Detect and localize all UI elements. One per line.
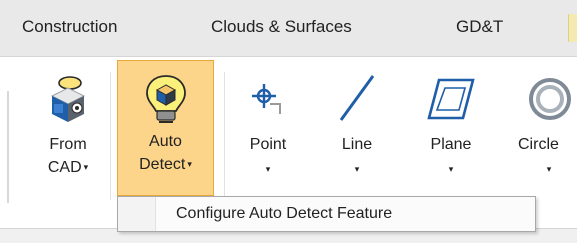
auto-detect-label-line1: Auto <box>149 133 182 150</box>
tab-gdt[interactable]: GD&T <box>456 15 503 39</box>
from-cad-label-line2: CAD ▾ <box>47 159 89 176</box>
point-label: Point <box>249 136 287 153</box>
auto-detect-button[interactable]: Auto Detect ▾ <box>117 60 214 196</box>
chevron-down-icon: ▾ <box>354 164 360 174</box>
tab-overflow-indicator <box>568 14 577 42</box>
line-button[interactable]: Line ▾ <box>325 62 389 202</box>
chevron-down-icon: ▾ <box>83 162 89 172</box>
plane-button[interactable]: Plane ▾ <box>415 62 487 202</box>
chevron-down-icon: ▾ <box>546 164 552 174</box>
chevron-down-icon: ▾ <box>187 159 192 169</box>
menu-icon-gutter <box>118 197 156 231</box>
ribbon-left-divider <box>7 91 9 203</box>
tab-construction[interactable]: Construction <box>22 15 117 39</box>
ribbon-separator <box>110 72 111 200</box>
point-crosshair-icon <box>248 80 288 127</box>
line-icon <box>335 72 379 131</box>
point-button[interactable]: Point ▾ <box>232 62 304 202</box>
auto-detect-label-line2: Detect ▾ <box>139 156 192 173</box>
plane-label: Plane <box>430 136 472 153</box>
from-cad-button[interactable]: From CAD ▾ <box>32 62 104 202</box>
line-label: Line <box>341 136 373 153</box>
circle-label: Circle <box>518 136 559 153</box>
tab-clouds-surfaces[interactable]: Clouds & Surfaces <box>211 15 352 39</box>
from-cad-label-line1: From <box>49 136 87 153</box>
cad-cube-icon <box>44 74 92 133</box>
lightbulb-cube-icon <box>142 73 190 134</box>
ribbon-tab-bar: Construction Clouds & Surfaces GD&T <box>0 0 577 57</box>
ribbon-separator <box>224 72 225 200</box>
auto-detect-dropdown-menu: Configure Auto Detect Feature <box>117 196 536 232</box>
chevron-down-icon: ▾ <box>265 164 271 174</box>
menu-item-configure-auto-detect[interactable]: Configure Auto Detect Feature <box>176 203 392 225</box>
circle-icon <box>527 76 573 129</box>
circle-button[interactable]: Circle ▾ <box>504 62 577 202</box>
plane-icon <box>425 76 477 129</box>
chevron-down-icon: ▾ <box>448 164 454 174</box>
